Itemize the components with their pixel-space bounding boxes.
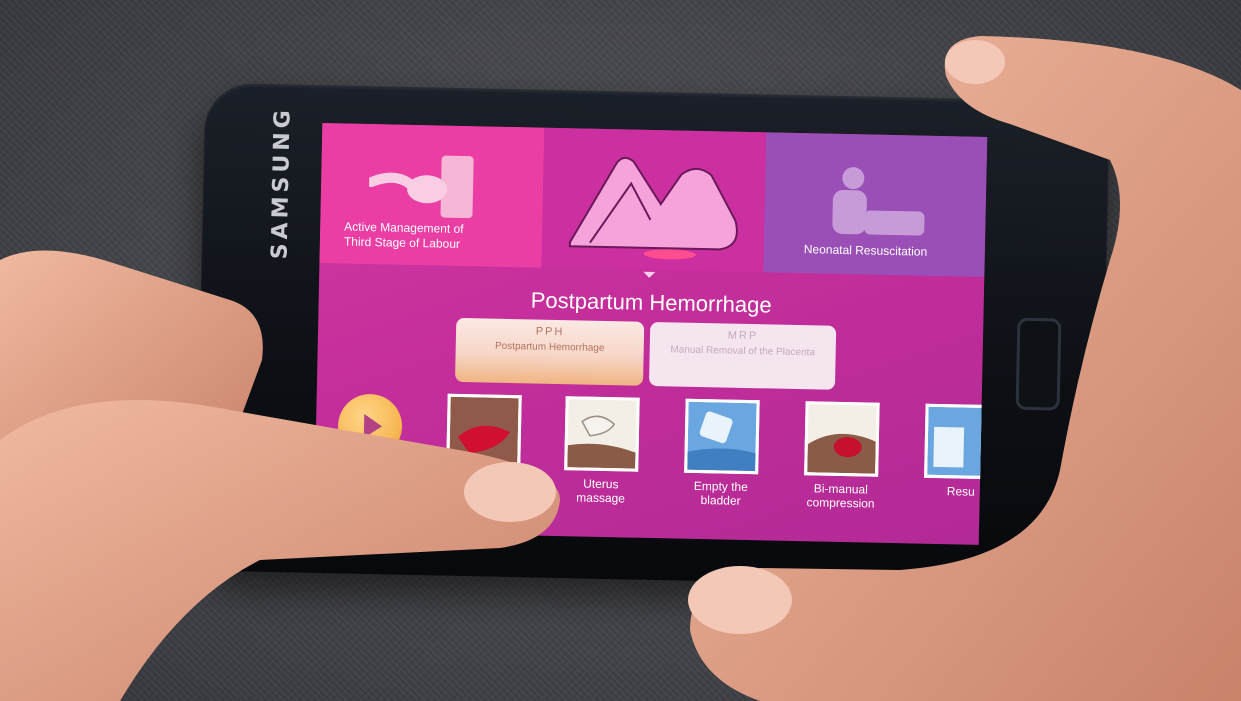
step-item[interactable] [443, 393, 525, 476]
tab-pph-abbr: PPH [535, 325, 565, 339]
mother-baby-icon [368, 155, 474, 219]
step-label [443, 474, 523, 476]
section-title: Postpartum Hemorrhage [530, 287, 772, 318]
resuscitation-icon [924, 403, 988, 480]
tile-neonatal-resuscitation[interactable]: Neonatal Resuscitation [763, 132, 988, 277]
tab-pph[interactable]: PPH Postpartum Hemorrhage [454, 317, 645, 386]
selection-pointer [643, 271, 656, 279]
tile-neonatal-resuscitation-label: Neonatal Resuscitation [803, 242, 928, 259]
tab-mrp-name: Manual Removal of the Placenta [670, 344, 816, 359]
app-screen: Active Management of Third Stage of Labo… [313, 123, 988, 545]
step-item[interactable]: Resu [921, 403, 988, 500]
tab-pph-name: Postpartum Hemorrhage [494, 340, 605, 354]
smartphone: SAMSUNG Active Management of Third Stage… [194, 82, 1111, 590]
tile-active-management[interactable]: Active Management of Third Stage of Labo… [319, 123, 545, 268]
home-button[interactable] [1015, 317, 1062, 411]
step-label: Resu [946, 484, 975, 499]
bleeding-icon [446, 393, 522, 470]
play-all-label: Play all [338, 468, 378, 484]
massage-icon [564, 396, 640, 472]
step-label: Empty the bladder [693, 478, 749, 508]
tile-active-management-label: Active Management of Third Stage of Labo… [343, 219, 464, 251]
tile-postpartum-hemorrhage[interactable] [541, 127, 767, 273]
tab-mrp[interactable]: MRP Manual Removal of the Placenta [648, 321, 837, 390]
bladder-icon [684, 398, 760, 475]
woman-lying-icon [568, 156, 738, 260]
step-label: Bi-manual compression [806, 481, 875, 511]
step-item[interactable]: Bi-manual compression [800, 401, 882, 511]
step-label: Uterus massage [576, 476, 626, 506]
compression-icon [804, 401, 880, 477]
step-item[interactable]: Empty the bladder [680, 398, 762, 509]
play-icon [363, 413, 383, 439]
brand-logo: SAMSUNG [267, 106, 296, 260]
tab-mrp-abbr: MRP [727, 329, 759, 343]
play-all-button[interactable] [337, 393, 403, 459]
step-item[interactable]: Uterus massage [560, 396, 642, 506]
infant-icon [832, 167, 925, 236]
